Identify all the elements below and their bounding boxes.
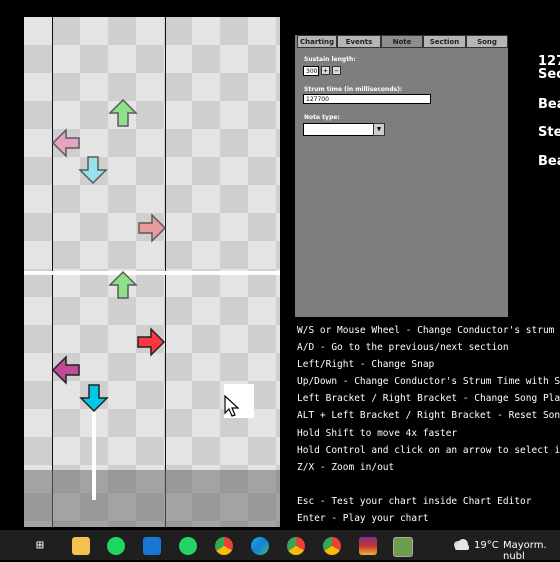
tab-charting[interactable]: Charting	[297, 35, 337, 48]
down-arrow-note[interactable]	[78, 155, 108, 185]
left-arrow-note[interactable]	[51, 128, 81, 158]
chart-grid[interactable]	[24, 17, 280, 527]
next-section-shade	[24, 470, 280, 527]
help-line: W/S or Mouse Wheel - Change Conductor's …	[297, 325, 555, 336]
step-text: Ste	[538, 125, 560, 140]
strum-time-label: Strum time (in milliseconds):	[304, 86, 403, 93]
edge-icon[interactable]	[251, 537, 269, 555]
help-line: Z/X - Zoom in/out	[297, 462, 395, 473]
whatsapp-icon[interactable]	[179, 537, 197, 555]
section-text: Sec	[538, 67, 560, 82]
weather-temp[interactable]: 19°C	[474, 540, 499, 551]
left-arrow-note[interactable]	[51, 355, 81, 385]
strum-line	[24, 271, 280, 275]
help-line: Esc - Test your chart inside Chart Edito…	[297, 496, 532, 507]
help-line: Enter - Play your chart	[297, 513, 429, 524]
tab-song[interactable]: Song	[466, 35, 508, 48]
sustain-length-stepper[interactable]: 300	[303, 66, 319, 76]
help-line: A/D - Go to the previous/next section	[297, 342, 509, 353]
strum-time-input[interactable]: 127700	[303, 94, 431, 104]
weather-desc[interactable]: Mayorm. nubl	[503, 540, 560, 562]
chrome-icon[interactable]	[215, 537, 233, 555]
mouse-cursor-icon	[224, 395, 240, 417]
tab-section[interactable]: Section	[423, 35, 466, 48]
sustain-minus-button[interactable]: −	[332, 66, 341, 75]
right-arrow-note[interactable]	[136, 327, 166, 357]
winrar-icon[interactable]	[359, 537, 377, 555]
up-arrow-note[interactable]	[108, 98, 138, 128]
help-line: Left Bracket / Right Bracket - Change So…	[297, 393, 560, 404]
mail-icon[interactable]	[143, 537, 161, 555]
spotify-icon[interactable]	[107, 537, 125, 555]
down-arrow-note[interactable]	[79, 383, 109, 413]
ui-box-panel	[295, 35, 508, 317]
sustain-plus-button[interactable]: +	[321, 66, 330, 75]
chevron-down-icon[interactable]: ▼	[373, 123, 385, 136]
sustain-length-label: Sustain length:	[304, 56, 356, 63]
tab-events[interactable]: Events	[337, 35, 381, 48]
sustain-trail	[92, 412, 96, 500]
task-view-icon[interactable]: ⊞	[36, 537, 54, 555]
right-arrow-note[interactable]	[137, 213, 167, 243]
file-explorer-icon[interactable]	[72, 537, 90, 555]
help-line: Hold Shift to move 4x faster	[297, 428, 458, 439]
help-line: ALT + Left Bracket / Right Bracket - Res…	[297, 410, 560, 421]
help-line: Up/Down - Change Conductor's Strum Time …	[297, 376, 560, 387]
note-type-dropdown[interactable]	[303, 123, 374, 136]
weather-cloud-icon	[454, 539, 469, 550]
game-icon[interactable]	[393, 537, 413, 557]
help-line: Hold Control and click on an arrow to se…	[297, 445, 560, 456]
help-line: Left/Right - Change Snap	[297, 359, 435, 370]
chrome-profile2-icon[interactable]	[323, 537, 341, 555]
note-type-label: Note type:	[304, 114, 340, 121]
chrome-profile-icon[interactable]	[287, 537, 305, 555]
beat-snap-text: Bea	[538, 154, 560, 169]
beat-text: Bea	[538, 97, 560, 112]
up-arrow-note[interactable]	[108, 270, 138, 300]
tab-note[interactable]: Note	[381, 35, 423, 48]
